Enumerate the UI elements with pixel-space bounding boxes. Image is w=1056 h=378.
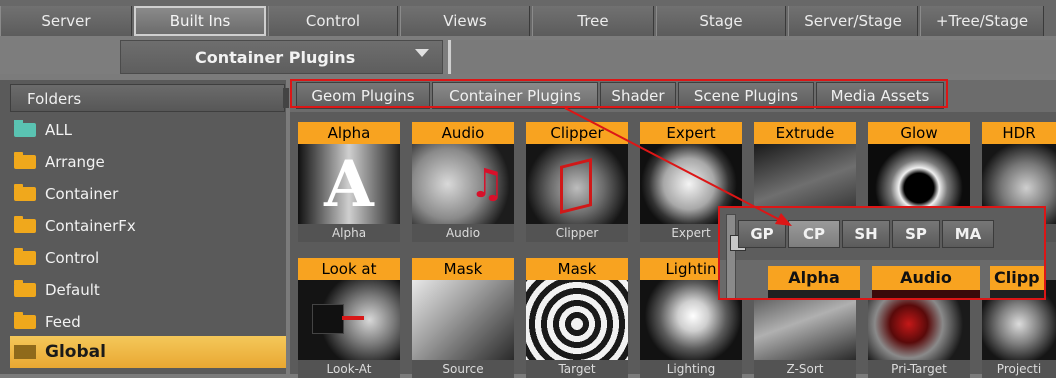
- inset-tab-sp[interactable]: SP: [892, 220, 940, 248]
- inset-tab-gp[interactable]: GP: [738, 220, 786, 248]
- plugin-caption: Z-Sort: [754, 360, 856, 378]
- folder-label: Control: [45, 249, 100, 267]
- plugin-caption: Audio: [412, 224, 514, 242]
- folder-feed[interactable]: Feed: [14, 308, 282, 336]
- plugin-category-dropdown[interactable]: Container Plugins: [120, 40, 443, 74]
- inset-plugin-image: [990, 290, 1044, 298]
- folder-icon: [14, 312, 36, 329]
- folder-icon: [14, 216, 36, 233]
- folder-control[interactable]: Control: [14, 244, 282, 272]
- inset-tab-sh[interactable]: SH: [842, 220, 890, 248]
- audio-icon: ♫: [412, 144, 514, 224]
- folder-all[interactable]: ALL: [14, 116, 282, 144]
- plugin-title: Look at: [298, 258, 400, 280]
- panel-resize-handle[interactable]: [283, 88, 289, 108]
- plugin-audio[interactable]: Audio ♫ Audio: [412, 122, 514, 242]
- plugin-title: Alpha: [298, 122, 400, 144]
- plugin-mask-source[interactable]: Mask Source: [412, 258, 514, 378]
- folder-icon: [14, 345, 36, 359]
- highlight-box: [290, 79, 948, 108]
- plugin-caption: Lighting: [640, 360, 742, 378]
- plugin-caption: Look-At: [298, 360, 400, 378]
- plugin-title: Audio: [412, 122, 514, 144]
- folder-label: ContainerFx: [45, 217, 136, 235]
- folders-header: Folders: [10, 84, 285, 112]
- plugin-title: Glow: [868, 122, 970, 144]
- tab-server-stage[interactable]: Server/Stage: [788, 6, 918, 36]
- inset-tab-cp[interactable]: CP: [788, 220, 840, 248]
- plugin-title: Clipper: [526, 122, 628, 144]
- plugin-alpha[interactable]: Alpha A Alpha: [298, 122, 400, 242]
- folder-icon: [14, 248, 36, 265]
- target-icon: [526, 280, 628, 360]
- inset-slider-track[interactable]: [726, 214, 746, 298]
- inset-plugin-image: [768, 290, 860, 298]
- tab-tree[interactable]: Tree: [532, 6, 654, 36]
- folder-container[interactable]: Container: [14, 180, 282, 208]
- plugin-caption: Pri-Target: [868, 360, 970, 378]
- folder-label: Container: [45, 185, 119, 203]
- plugin-caption: Alpha: [298, 224, 400, 242]
- splitter[interactable]: [448, 40, 451, 74]
- subtoolbar-empty: [452, 40, 1056, 74]
- look-at-icon: [298, 280, 400, 360]
- zoom-inset: GP CP SH SP MA Alpha Audio Clipp: [718, 206, 1046, 300]
- inset-plugin-image: [872, 290, 980, 298]
- folder-containerfx[interactable]: ContainerFx: [14, 212, 282, 240]
- inset-plugin-title: Clipp: [990, 266, 1044, 290]
- tab-tree-stage[interactable]: +Tree/Stage: [920, 6, 1044, 36]
- tab-server[interactable]: Server: [0, 6, 132, 36]
- plugin-clipper[interactable]: Clipper Clipper: [526, 122, 628, 242]
- folder-icon: [14, 152, 36, 169]
- tab-control[interactable]: Control: [268, 6, 398, 36]
- plugin-title: Mask: [526, 258, 628, 280]
- plugin-title: Expert: [640, 122, 742, 144]
- inset-tab-ma[interactable]: MA: [942, 220, 994, 248]
- inset-plugin-title: Audio: [872, 266, 980, 290]
- chevron-down-icon: [415, 49, 429, 57]
- plugin-mask-target[interactable]: Mask Target: [526, 258, 628, 378]
- folder-label: Default: [45, 281, 100, 299]
- folder-label: Global: [45, 342, 106, 362]
- tab-views[interactable]: Views: [400, 6, 530, 36]
- folder-icon: [14, 120, 36, 137]
- folder-icon: [14, 280, 36, 297]
- tab-built-ins[interactable]: Built Ins: [134, 6, 266, 36]
- plugin-title: Mask: [412, 258, 514, 280]
- dart-icon: [412, 280, 514, 360]
- top-tab-bar: Server Built Ins Control Views Tree Stag…: [0, 0, 1056, 36]
- folder-default[interactable]: Default: [14, 276, 282, 304]
- plugin-look-at[interactable]: Look at Look-At: [298, 258, 400, 378]
- tab-stage[interactable]: Stage: [656, 6, 786, 36]
- plugin-title: HDR: [982, 122, 1056, 144]
- folder-label: ALL: [45, 121, 72, 139]
- inset-plugin-title: Alpha: [768, 266, 860, 290]
- folder-global[interactable]: Global: [10, 336, 286, 368]
- clipper-icon: [526, 144, 628, 224]
- folder-label: Arrange: [45, 153, 105, 171]
- plugin-caption: Source: [412, 360, 514, 378]
- plugin-caption: Projecti: [982, 360, 1056, 378]
- plugin-caption: Target: [526, 360, 628, 378]
- plugin-title: Extrude: [754, 122, 856, 144]
- folder-icon: [14, 184, 36, 201]
- dropdown-label: Container Plugins: [195, 48, 356, 67]
- plugin-caption: Clipper: [526, 224, 628, 242]
- alpha-icon: A: [298, 144, 400, 224]
- folder-arrange[interactable]: Arrange: [14, 148, 282, 176]
- folder-label: Feed: [45, 313, 81, 331]
